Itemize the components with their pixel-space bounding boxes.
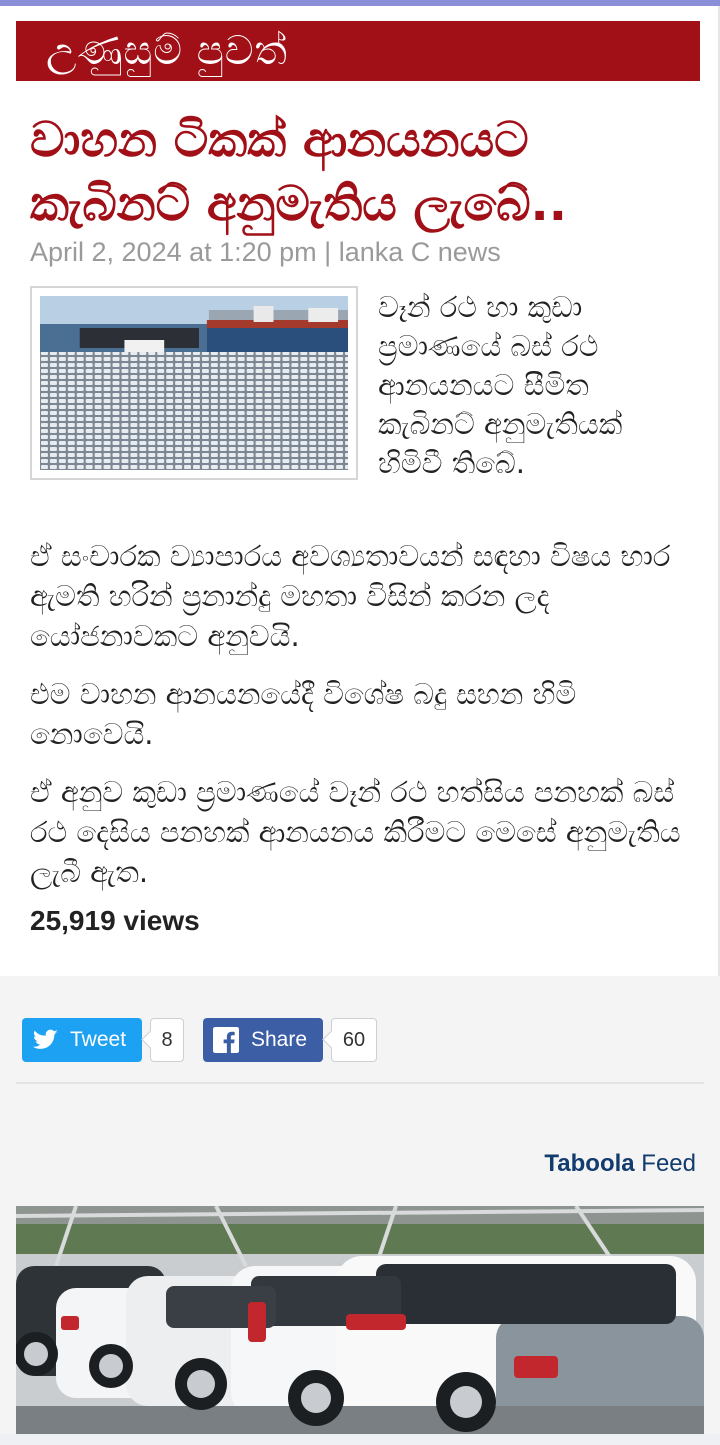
article-paragraph: ඒ සංචාරක ව්‍යාපාරය අවශ්‍යතාවයන් සඳහා විෂ… [30,539,671,653]
tweet-count: 8 [150,1018,184,1062]
bottom-bar [0,1434,720,1445]
article-paragraph: ඒ අනුව කුඩා ප්‍රමාණයේ වෑන් රථ හත්සිය පනහ… [30,775,681,889]
category-banner[interactable]: උණුසුම් පුවත් [16,21,700,81]
article-paragraph: එම වාහන ආනයනයේදී විශේෂ බදු සහන හිමි නොවෙ… [30,677,577,751]
feed-image[interactable] [16,1206,704,1434]
article-lead: වෑන් රථ හා කුඩා ප්‍රමාණයේ බස් රථ ආනයනයට … [378,290,623,480]
tweet-button[interactable]: Tweet [22,1018,142,1062]
section-divider [16,1082,704,1084]
article-meta: April 2, 2024 at 1:20 pm | lanka C news [30,237,501,267]
share-label: Share [251,1028,308,1051]
tweet-label: Tweet [70,1028,127,1051]
taboola-feed-label: Feed [641,1150,696,1177]
taboola-brand: Taboola [544,1150,635,1177]
facebook-icon [213,1027,239,1053]
article-headline: වාහන ටිකක් ආනයනයට කැබිනට් අනුමැතිය ලැබේ.… [30,112,568,232]
parked-cars-image [16,1206,704,1434]
taboola-feed-logo[interactable]: Taboola Feed [544,1150,696,1178]
facebook-share-button[interactable]: Share [203,1018,323,1062]
view-count: 25,919 views [30,905,200,936]
port-cars-image [40,296,348,470]
article-image[interactable] [30,286,358,480]
share-count: 60 [331,1018,377,1062]
twitter-bird-icon [33,1029,58,1049]
